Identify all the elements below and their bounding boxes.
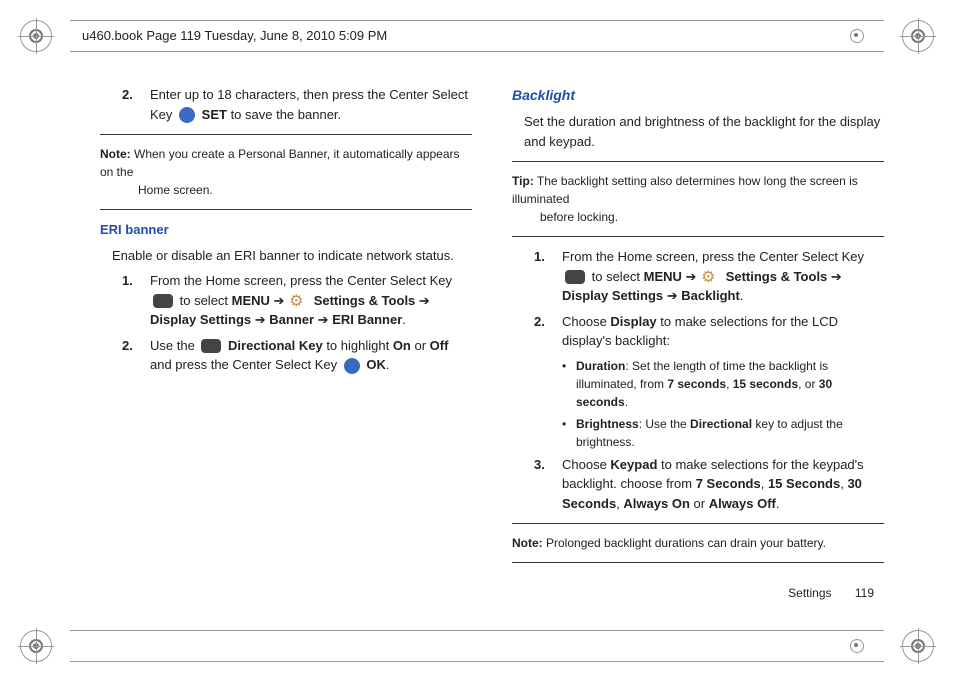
- printer-footer-bar: [70, 630, 884, 662]
- printer-header-text: u460.book Page 119 Tuesday, June 8, 2010…: [82, 26, 387, 46]
- step-body: Enter up to 18 characters, then press th…: [150, 85, 472, 124]
- footer-page-number: 119: [855, 586, 874, 600]
- center-select-key-icon: [153, 294, 173, 308]
- bullet-body: Brightness: Use the Directional key to a…: [576, 415, 884, 451]
- divider: [512, 562, 884, 563]
- directional-key-icon: [201, 339, 221, 353]
- page-content: 2. Enter up to 18 characters, then press…: [100, 85, 884, 602]
- step-number: 1.: [534, 247, 562, 306]
- gear-icon: [703, 270, 719, 284]
- divider: [512, 236, 884, 237]
- step-number: 2.: [122, 336, 150, 375]
- step-body: Choose Keypad to make selections for the…: [562, 455, 884, 514]
- section-heading-eri: ERI banner: [100, 220, 472, 240]
- step-item: 1. From the Home screen, press the Cente…: [512, 247, 884, 306]
- step-item: 2. Enter up to 18 characters, then press…: [100, 85, 472, 124]
- crop-mark-icon: [20, 20, 52, 52]
- divider: [512, 523, 884, 524]
- crop-mark-icon: [20, 630, 52, 662]
- tip-label: Tip:: [512, 174, 534, 188]
- divider: [512, 161, 884, 162]
- page-footer: Settings 119: [788, 584, 874, 602]
- section-intro: Enable or disable an ERI banner to indic…: [112, 246, 472, 266]
- note: Note: When you create a Personal Banner,…: [100, 145, 472, 199]
- step-body: Use the Directional Key to highlight On …: [150, 336, 472, 375]
- crop-mark-icon: [902, 630, 934, 662]
- bullet-item: • Brightness: Use the Directional key to…: [512, 415, 884, 451]
- bullet-item: • Duration: Set the length of time the b…: [512, 357, 884, 411]
- bullet-icon: •: [562, 357, 576, 411]
- tip: Tip: The backlight setting also determin…: [512, 172, 884, 226]
- step-item: 3. Choose Keypad to make selections for …: [512, 455, 884, 514]
- center-select-key-icon: [565, 270, 585, 284]
- section-intro: Set the duration and brightness of the b…: [524, 112, 884, 151]
- step-number: 1.: [122, 271, 150, 330]
- printer-mark-icon: [850, 639, 864, 653]
- step-number: 2.: [122, 85, 150, 124]
- section-heading-backlight: Backlight: [512, 85, 884, 106]
- center-select-key-icon: [344, 358, 360, 374]
- note-label: Note:: [100, 147, 131, 161]
- left-column: 2. Enter up to 18 characters, then press…: [100, 85, 472, 602]
- note-label: Note:: [512, 536, 543, 550]
- divider: [100, 209, 472, 210]
- center-select-key-icon: [179, 107, 195, 123]
- crop-mark-icon: [902, 20, 934, 52]
- footer-section: Settings: [788, 586, 831, 600]
- step-item: 2. Use the Directional Key to highlight …: [100, 336, 472, 375]
- step-body: From the Home screen, press the Center S…: [562, 247, 884, 306]
- note: Note: Prolonged backlight durations can …: [512, 534, 884, 552]
- printer-header-bar: u460.book Page 119 Tuesday, June 8, 2010…: [70, 20, 884, 52]
- step-body: Choose Display to make selections for th…: [562, 312, 884, 351]
- step-item: 1. From the Home screen, press the Cente…: [100, 271, 472, 330]
- divider: [100, 134, 472, 135]
- step-number: 2.: [534, 312, 562, 351]
- step-body: From the Home screen, press the Center S…: [150, 271, 472, 330]
- gear-icon: [291, 294, 307, 308]
- bullet-icon: •: [562, 415, 576, 451]
- right-column: Backlight Set the duration and brightnes…: [512, 85, 884, 602]
- bullet-body: Duration: Set the length of time the bac…: [576, 357, 884, 411]
- step-item: 2. Choose Display to make selections for…: [512, 312, 884, 351]
- printer-mark-icon: [850, 29, 864, 43]
- step-number: 3.: [534, 455, 562, 514]
